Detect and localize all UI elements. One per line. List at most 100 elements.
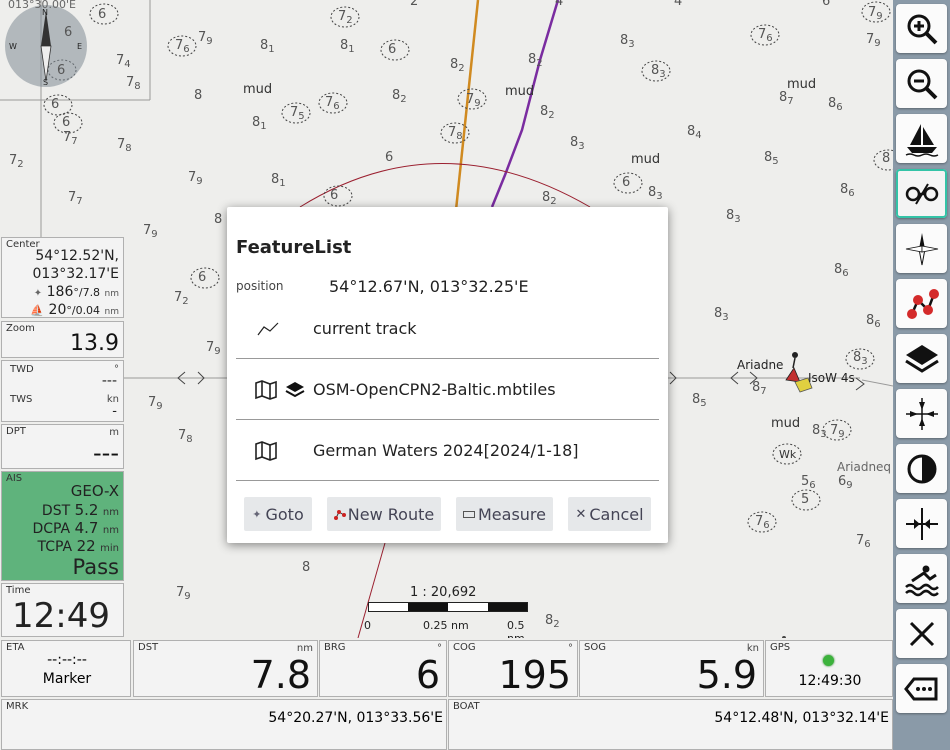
day-night-button[interactable]	[896, 444, 947, 493]
sounding: 76	[755, 514, 770, 531]
sounding: 82	[545, 613, 560, 630]
gps-status-dot-icon	[823, 655, 834, 666]
sounding: 6	[388, 42, 397, 57]
sounding: 78	[117, 137, 132, 154]
scale-tick-0: 0	[364, 619, 371, 632]
sounding: 6	[64, 25, 73, 40]
sounding: 8	[194, 88, 203, 103]
center-bearing-unit: °/7.8	[73, 286, 101, 299]
zoom-in-button[interactable]	[896, 4, 947, 53]
ais-dcpa-unit: nm	[102, 525, 119, 536]
north-up-button[interactable]	[896, 224, 947, 273]
sounding: 76	[758, 27, 773, 44]
sounding: 72	[174, 290, 189, 307]
sounding: 6	[57, 63, 66, 78]
center-boat-nm: nm	[104, 307, 119, 317]
gps-widget[interactable]: GPS 12:49:30	[765, 640, 893, 697]
sounding: 79	[176, 585, 191, 602]
scale-bar: 1 : 20,692 0 0.25 nm 0.5 nm	[360, 585, 540, 638]
ais-dst-label: DST	[41, 503, 71, 519]
close-button[interactable]	[896, 609, 947, 658]
sounding: 77	[63, 130, 78, 147]
man-overboard-button[interactable]	[896, 554, 947, 603]
route-button[interactable]	[896, 279, 947, 328]
route-icon	[906, 288, 939, 319]
depth-widget[interactable]: DPT m ---	[1, 424, 124, 469]
center-bearing-row: ✦ 186°/7.8 nm	[34, 284, 119, 300]
ais-widget[interactable]: AIS GEO-X DST 5.2 nm DCPA 4.7 nm TCPA 22…	[1, 471, 124, 581]
position-value: 54°12.67'N, 013°32.25'E	[329, 277, 529, 296]
brg-label: BRG	[324, 642, 346, 653]
sounding: 8	[302, 560, 311, 575]
boat-widget[interactable]: BOAT 54°12.48'N, 013°32.14'E	[448, 699, 893, 750]
sounding: 82	[542, 190, 557, 207]
wreck-label: Wk	[779, 448, 797, 461]
twd-label: TWD	[10, 364, 34, 375]
cog-value: 195	[498, 653, 571, 697]
close-icon: ✕	[575, 506, 587, 522]
layers-button[interactable]	[896, 334, 947, 383]
mrk-widget[interactable]: MRK 54°20.27'N, 013°33.56'E	[1, 699, 447, 750]
feature-item-mbtiles[interactable]: OSM-OpenCPN2-Baltic.mbtiles	[236, 359, 659, 419]
scale-bar-graphic	[368, 602, 528, 612]
goto-button-label: Goto	[265, 504, 304, 524]
cancel-button[interactable]: ✕ Cancel	[568, 497, 651, 531]
boat-position-value: 54°12.48'N, 013°32.14'E	[714, 710, 889, 726]
sounding: 82	[528, 52, 543, 69]
zoom-out-button[interactable]	[896, 59, 947, 108]
measure-button[interactable]: Measure	[456, 497, 553, 531]
measure-button-label: Measure	[478, 504, 546, 524]
sounding: 82	[392, 88, 407, 105]
brg-value: 6	[415, 653, 440, 697]
ais-dst-row: DST 5.2 nm	[42, 501, 119, 519]
center-bearing-value: 186	[46, 284, 74, 300]
sounding: 8	[214, 212, 223, 227]
goto-icon: ✦	[252, 507, 262, 521]
sounding: 6	[198, 270, 207, 285]
time-widget[interactable]: Time 12:49	[1, 583, 124, 637]
feature-item-german-waters[interactable]: German Waters 2024[2024/1-18]	[236, 420, 659, 480]
eta-widget[interactable]: ETA --:--:-- Marker	[1, 640, 131, 697]
dst-widget[interactable]: DST nm 7.8	[133, 640, 318, 697]
map-icon	[255, 380, 277, 400]
center-map-button[interactable]	[896, 389, 947, 438]
center-boat-button[interactable]	[896, 114, 947, 163]
ais-dst-unit: nm	[102, 507, 119, 518]
back-icon	[903, 677, 937, 700]
back-button[interactable]	[896, 664, 947, 713]
goto-button[interactable]: ✦ Goto	[244, 497, 312, 531]
zoom-widget[interactable]: Zoom 13.9	[1, 321, 124, 358]
dst-label: DST	[138, 642, 159, 653]
sounding: 79	[866, 32, 881, 49]
anchor-point-button[interactable]	[896, 499, 947, 548]
dpt-value: ---	[93, 439, 119, 467]
center-boat-unit: °/0.04	[66, 304, 101, 317]
brg-widget[interactable]: BRG ° 6	[319, 640, 447, 697]
sounding: 79	[198, 30, 213, 47]
sounding: 78	[178, 428, 193, 445]
sounding: 81	[252, 115, 267, 132]
sounding: 81	[340, 38, 355, 55]
right-toolbar	[893, 0, 950, 750]
sounding: 79	[830, 423, 845, 440]
dialog-title: FeatureList	[236, 237, 352, 258]
ais-tcpa-unit: min	[100, 543, 119, 554]
center-boat-row: ⛵ 20°/0.04 nm	[30, 302, 119, 318]
sounding: 76	[325, 95, 340, 112]
eta-target: Marker	[42, 671, 92, 687]
wind-widget[interactable]: TWD ° --- TWS kn -	[1, 360, 124, 422]
ais-tcpa-label: TCPA	[37, 539, 73, 555]
feature-item-track[interactable]: current track	[236, 307, 659, 357]
sog-widget[interactable]: SOG kn 5.9	[579, 640, 764, 697]
mrk-label: MRK	[6, 701, 29, 712]
lock-target-button[interactable]	[896, 169, 947, 218]
center-widget[interactable]: Center 54°12.52'N, 013°32.17'E ✦ 186°/7.…	[1, 237, 124, 318]
ais-dcpa-row: DCPA 4.7 nm	[32, 519, 119, 537]
compass-rose[interactable]: N E W S	[5, 5, 87, 87]
ais-dcpa-value: 4.7	[74, 519, 99, 537]
sounding: 6	[62, 115, 71, 130]
seabed-label: mud	[787, 77, 817, 92]
ais-tcpa-row: TCPA 22 min	[38, 537, 120, 555]
new-route-button[interactable]: New Route	[327, 497, 441, 531]
cog-widget[interactable]: COG ° 195	[448, 640, 578, 697]
